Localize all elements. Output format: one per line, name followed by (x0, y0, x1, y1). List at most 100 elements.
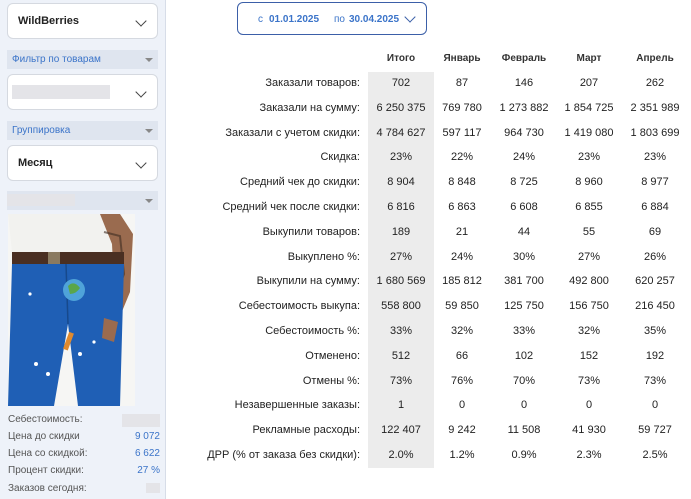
month-cell: 1 803 699 (630, 127, 680, 139)
row-label: Отменено: (305, 350, 360, 362)
collapse-triangle-icon (145, 199, 153, 203)
product-filter-label: Фильтр по товарам (12, 54, 101, 65)
redacted-product-name (7, 194, 75, 206)
date-range-select[interactable]: с 01.01.2025 по 30.04.2025 (237, 2, 427, 35)
sidebar: WildBerries Фильтр по товарам Группировк… (0, 0, 166, 499)
chevron-down-icon (135, 157, 147, 169)
date-to: 30.04.2025 (349, 14, 400, 25)
total-cell: 558 800 (381, 300, 421, 312)
stat-discount-percent: Процент скидки: 27 % (8, 465, 160, 479)
redacted-value (12, 85, 110, 99)
month-cell: 44 (517, 226, 531, 238)
month-cell: 23% (643, 151, 667, 163)
redacted-value (146, 483, 160, 493)
month-cell: 2 351 989 (630, 102, 680, 114)
month-cell: 2.3% (576, 449, 602, 461)
month-cell: 6 863 (448, 201, 476, 213)
grouping-header[interactable]: Группировка (7, 121, 158, 140)
total-cell: 8 904 (387, 176, 415, 188)
month-cell: 87 (455, 77, 469, 89)
chevron-down-icon (135, 86, 147, 98)
month-cell: 41 930 (572, 424, 606, 436)
date-to-prefix: по (334, 14, 345, 25)
month-cell: 769 780 (442, 102, 482, 114)
column-header: Февраль (501, 53, 547, 64)
stat-label: Цена со скидкой: (8, 448, 88, 459)
month-cell: 8 725 (510, 176, 538, 188)
product-filter-header[interactable]: Фильтр по товарам (7, 50, 158, 69)
month-cell: 152 (579, 350, 599, 362)
product-header[interactable] (7, 191, 158, 210)
month-cell: 55 (582, 226, 596, 238)
total-cell: 73% (389, 375, 413, 387)
date-from: 01.01.2025 (269, 14, 320, 25)
month-cell: 27% (577, 251, 601, 263)
month-cell: 23% (577, 151, 601, 163)
collapse-triangle-icon (145, 58, 153, 62)
month-cell: 9 242 (448, 424, 476, 436)
month-cell: 26% (643, 251, 667, 263)
month-cell: 0 (520, 399, 528, 411)
month-cell: 0.9% (511, 449, 537, 461)
total-cell: 23% (389, 151, 413, 163)
store-select[interactable]: WildBerries (7, 3, 158, 39)
jeans-product-illustration (8, 214, 135, 406)
month-cell: 11 508 (507, 424, 541, 436)
chevron-down-icon (404, 11, 416, 23)
month-cell: 381 700 (504, 275, 544, 287)
total-cell: 27% (389, 251, 413, 263)
product-filter-select[interactable] (7, 74, 158, 110)
month-cell: 0 (458, 399, 466, 411)
month-cell: 70% (512, 375, 536, 387)
total-cell: 702 (391, 77, 411, 89)
row-label: Выкупили на сумму: (256, 275, 360, 287)
month-cell: 73% (643, 375, 667, 387)
month-cell: 262 (645, 77, 665, 89)
report-page: WildBerries Фильтр по товарам Группировк… (0, 0, 691, 499)
month-cell: 0 (585, 399, 593, 411)
total-cell: 33% (389, 325, 413, 337)
month-cell: 21 (455, 226, 469, 238)
collapse-triangle-icon (145, 129, 153, 133)
stat-label: Себестоимость: (8, 414, 83, 425)
row-label: Скидка: (320, 151, 360, 163)
month-cell: 192 (645, 350, 665, 362)
month-cell: 69 (648, 226, 662, 238)
stat-label: Цена до скидки (8, 431, 80, 442)
row-label: Себестоимость %: (265, 325, 360, 337)
row-label: Заказали с учетом скидки: (225, 127, 360, 139)
total-cell: 189 (391, 226, 411, 238)
stat-value: 9 072 (134, 431, 160, 442)
month-cell: 207 (579, 77, 599, 89)
month-cell: 6 884 (641, 201, 669, 213)
month-cell: 32% (450, 325, 474, 337)
stat-label: Процент скидки: (8, 465, 84, 476)
stat-price-before-discount: Цена до скидки 9 072 (8, 431, 160, 445)
total-cell: 1 (397, 399, 405, 411)
month-cell: 33% (512, 325, 536, 337)
month-cell: 1.2% (449, 449, 475, 461)
month-cell: 6 608 (510, 201, 538, 213)
month-cell: 156 750 (569, 300, 609, 312)
stat-price-with-discount: Цена со скидкой: 6 622 (8, 448, 160, 462)
grouping-select[interactable]: Месяц (7, 145, 158, 181)
month-cell: 24% (512, 151, 536, 163)
row-label: Выкуплено %: (287, 251, 360, 263)
stat-cost: Себестоимость: (8, 414, 160, 428)
chevron-down-icon (135, 15, 147, 27)
month-cell: 620 257 (635, 275, 675, 287)
month-cell: 35% (643, 325, 667, 337)
total-cell: 1 680 569 (376, 275, 426, 287)
total-cell: 2.0% (388, 449, 414, 461)
total-cell: 512 (391, 350, 411, 362)
month-cell: 492 800 (569, 275, 609, 287)
month-cell: 32% (577, 325, 601, 337)
column-header: Итого (386, 53, 416, 64)
row-label: Заказали товаров: (265, 77, 360, 89)
row-label: ДРР (% от заказа без скидки): (207, 449, 360, 461)
month-cell: 6 855 (575, 201, 603, 213)
month-cell: 597 117 (442, 127, 482, 139)
stat-value: 27 % (137, 465, 160, 476)
total-cell: 122 407 (381, 424, 421, 436)
month-cell: 59 850 (445, 300, 479, 312)
